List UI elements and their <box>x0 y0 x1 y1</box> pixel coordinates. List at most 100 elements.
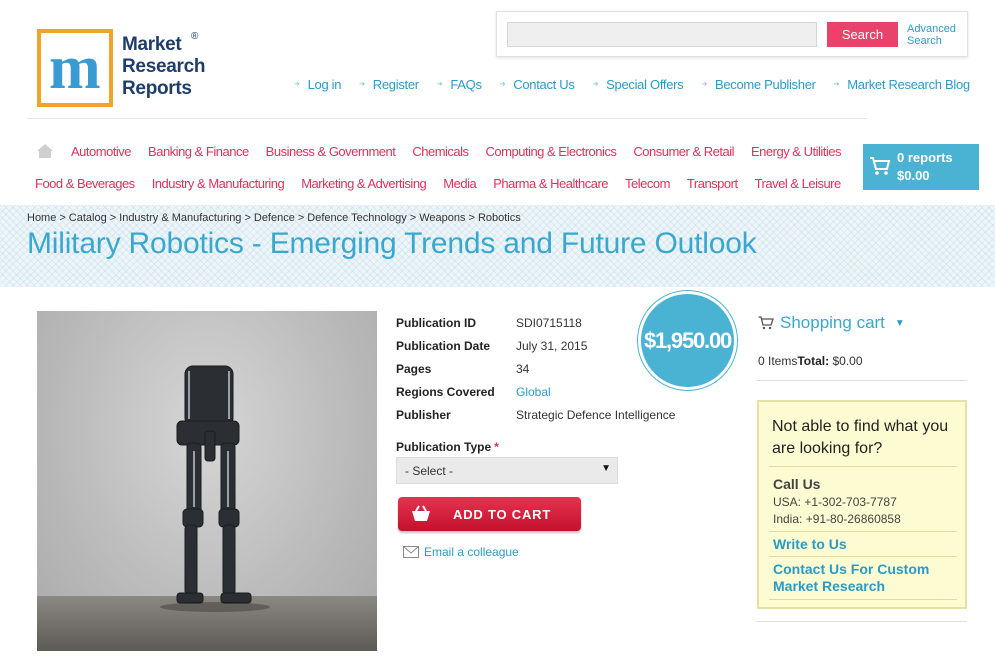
exoskeleton-illustration <box>160 365 270 612</box>
breadcrumb-item[interactable]: Industry & Manufacturing <box>119 212 241 224</box>
breadcrumb-item[interactable]: Defence Technology <box>307 212 406 224</box>
detail-row-publication-date: Publication Date July 31, 2015 <box>396 334 675 357</box>
breadcrumb-separator: > <box>244 212 251 224</box>
publication-type-select[interactable]: - Select - ▼ <box>396 457 618 484</box>
product-image <box>37 311 377 651</box>
detail-row-pages: Pages 34 <box>396 357 675 380</box>
detail-row-regions: Regions Covered Global <box>396 380 675 403</box>
category-link[interactable]: Telecom <box>625 176 670 191</box>
dropdown-arrow-icon: ▼ <box>601 463 611 474</box>
custom-research-link[interactable]: Contact Us For Custom Market Research <box>773 561 963 595</box>
arrow-bullet-icon: ➔ <box>499 81 506 88</box>
arrow-bullet-icon: ➔ <box>294 81 300 88</box>
home-icon[interactable] <box>36 143 54 159</box>
header-cart-button[interactable]: 0 reports $0.00 <box>863 144 979 190</box>
price-badge: $1,950.00 <box>638 291 737 390</box>
login-label: Log in <box>307 76 342 92</box>
product-details: Publication ID SDI0715118 Publication Da… <box>396 311 675 426</box>
special-offers-link[interactable]: ➔ Special Offers <box>593 75 684 93</box>
breadcrumb-item[interactable]: Weapons <box>419 212 465 224</box>
logo-line-2: Research <box>122 56 206 77</box>
help-divider <box>769 531 957 532</box>
detail-label: Regions Covered <box>396 384 495 399</box>
shopping-cart-title: Shopping cart <box>780 313 885 332</box>
cart-total: $0.00 <box>897 168 930 183</box>
phone-usa: USA: +1-302-703-7787 <box>773 495 897 509</box>
contact-us-link[interactable]: ➔ Contact Us <box>500 75 575 93</box>
logo-wordmark: Market Research Reports <box>122 34 205 100</box>
breadcrumb-separator: > <box>109 212 117 224</box>
top-nav: ➔ Log in ➔ Register ➔ FAQs ➔ Contact Us ➔ Spe… <box>294 75 988 93</box>
email-colleague-label: Email a colleague <box>424 545 519 559</box>
cart-icon <box>758 316 774 330</box>
login-link[interactable]: ➔ Log in <box>294 75 341 93</box>
category-link[interactable]: Food & Beverages <box>35 176 135 191</box>
advanced-search-line-2: Search <box>907 35 942 47</box>
breadcrumb-separator: > <box>59 212 66 224</box>
faqs-label: FAQs <box>450 76 482 92</box>
cart-total-value: $0.00 <box>829 354 863 368</box>
cart-count: 0 reports <box>897 150 953 165</box>
search-button[interactable]: Search <box>827 22 898 47</box>
region-link[interactable]: Global <box>516 385 551 399</box>
publication-type-selected: - Select - <box>405 464 454 478</box>
detail-label: Publisher <box>396 407 451 422</box>
arrow-bullet-icon: ➔ <box>833 81 840 88</box>
envelope-icon <box>403 546 419 558</box>
category-link[interactable]: Marketing & Advertising <box>301 176 427 191</box>
category-link[interactable]: Industry & Manufacturing <box>152 176 285 191</box>
contact-us-label: Contact Us <box>513 76 575 92</box>
category-link[interactable]: Business & Government <box>266 144 396 159</box>
header-divider <box>27 118 867 119</box>
advanced-search-link[interactable]: Advanced Search <box>907 23 963 47</box>
detail-label: Publication Date <box>396 338 491 353</box>
breadcrumb-separator: > <box>468 212 475 224</box>
become-publisher-link[interactable]: ➔ Become Publisher <box>701 75 816 93</box>
help-divider <box>769 466 957 467</box>
phone-india: India: +91-80-26860858 <box>773 512 901 526</box>
category-link[interactable]: Banking & Finance <box>148 144 249 159</box>
help-divider <box>769 556 957 557</box>
write-to-us-link[interactable]: Write to Us <box>773 536 847 552</box>
cart-summary: 0 ItemsTotal: $0.00 <box>758 354 863 368</box>
category-link[interactable]: Chemicals <box>412 144 469 159</box>
detail-row-publisher: Publisher Strategic Defence Intelligence <box>396 403 675 426</box>
breadcrumb-item-current: Robotics <box>477 212 521 224</box>
search-input[interactable] <box>507 22 817 47</box>
search-panel: Search Advanced Search <box>496 11 968 57</box>
arrow-bullet-icon: ➔ <box>359 81 365 88</box>
advanced-search-line-1: Advanced <box>907 23 956 35</box>
category-link[interactable]: Travel & Leisure <box>755 176 842 191</box>
add-to-cart-label: ADD TO CART <box>453 507 552 522</box>
category-link[interactable]: Pharma & Healthcare <box>493 176 608 191</box>
logo-line-3: Reports <box>122 78 192 99</box>
arrow-bullet-icon: ➔ <box>592 81 599 88</box>
arrow-bullet-icon: ➔ <box>701 81 707 88</box>
register-link[interactable]: ➔ Register <box>359 75 419 93</box>
category-link[interactable]: Consumer & Retail <box>633 144 734 159</box>
help-heading: Not able to find what you are looking fo… <box>772 418 949 457</box>
breadcrumb-item[interactable]: Home <box>27 212 56 224</box>
arrow-bullet-icon: ➔ <box>436 81 443 88</box>
email-colleague-link[interactable]: Email a colleague <box>403 545 519 559</box>
category-link[interactable]: Energy & Utilities <box>751 144 841 159</box>
special-offers-label: Special Offers <box>606 76 684 92</box>
required-marker: * <box>494 440 499 454</box>
breadcrumb-item[interactable]: Defence <box>254 212 295 224</box>
site-logo[interactable]: m Market Research Reports ® <box>37 29 217 109</box>
shopping-cart-toggle[interactable]: Shopping cart ▼ <box>758 313 905 333</box>
category-link[interactable]: Automotive <box>71 144 132 159</box>
category-link[interactable]: Transport <box>687 176 738 191</box>
detail-label: Publication ID <box>396 315 477 330</box>
blog-link[interactable]: ➔ Market Research Blog <box>833 75 971 93</box>
add-to-cart-button[interactable]: ADD TO CART <box>398 497 581 531</box>
sidebar-divider <box>757 380 967 381</box>
help-divider <box>769 599 957 600</box>
category-link[interactable]: Computing & Electronics <box>486 144 617 159</box>
faqs-link[interactable]: ➔ FAQs <box>437 75 482 93</box>
breadcrumb-item[interactable]: Catalog <box>69 212 107 224</box>
cart-icon <box>870 157 891 175</box>
category-nav-row-2: Food & Beverages Industry & Manufacturin… <box>35 176 858 191</box>
become-publisher-label: Become Publisher <box>714 76 816 92</box>
category-link[interactable]: Media <box>443 176 476 191</box>
